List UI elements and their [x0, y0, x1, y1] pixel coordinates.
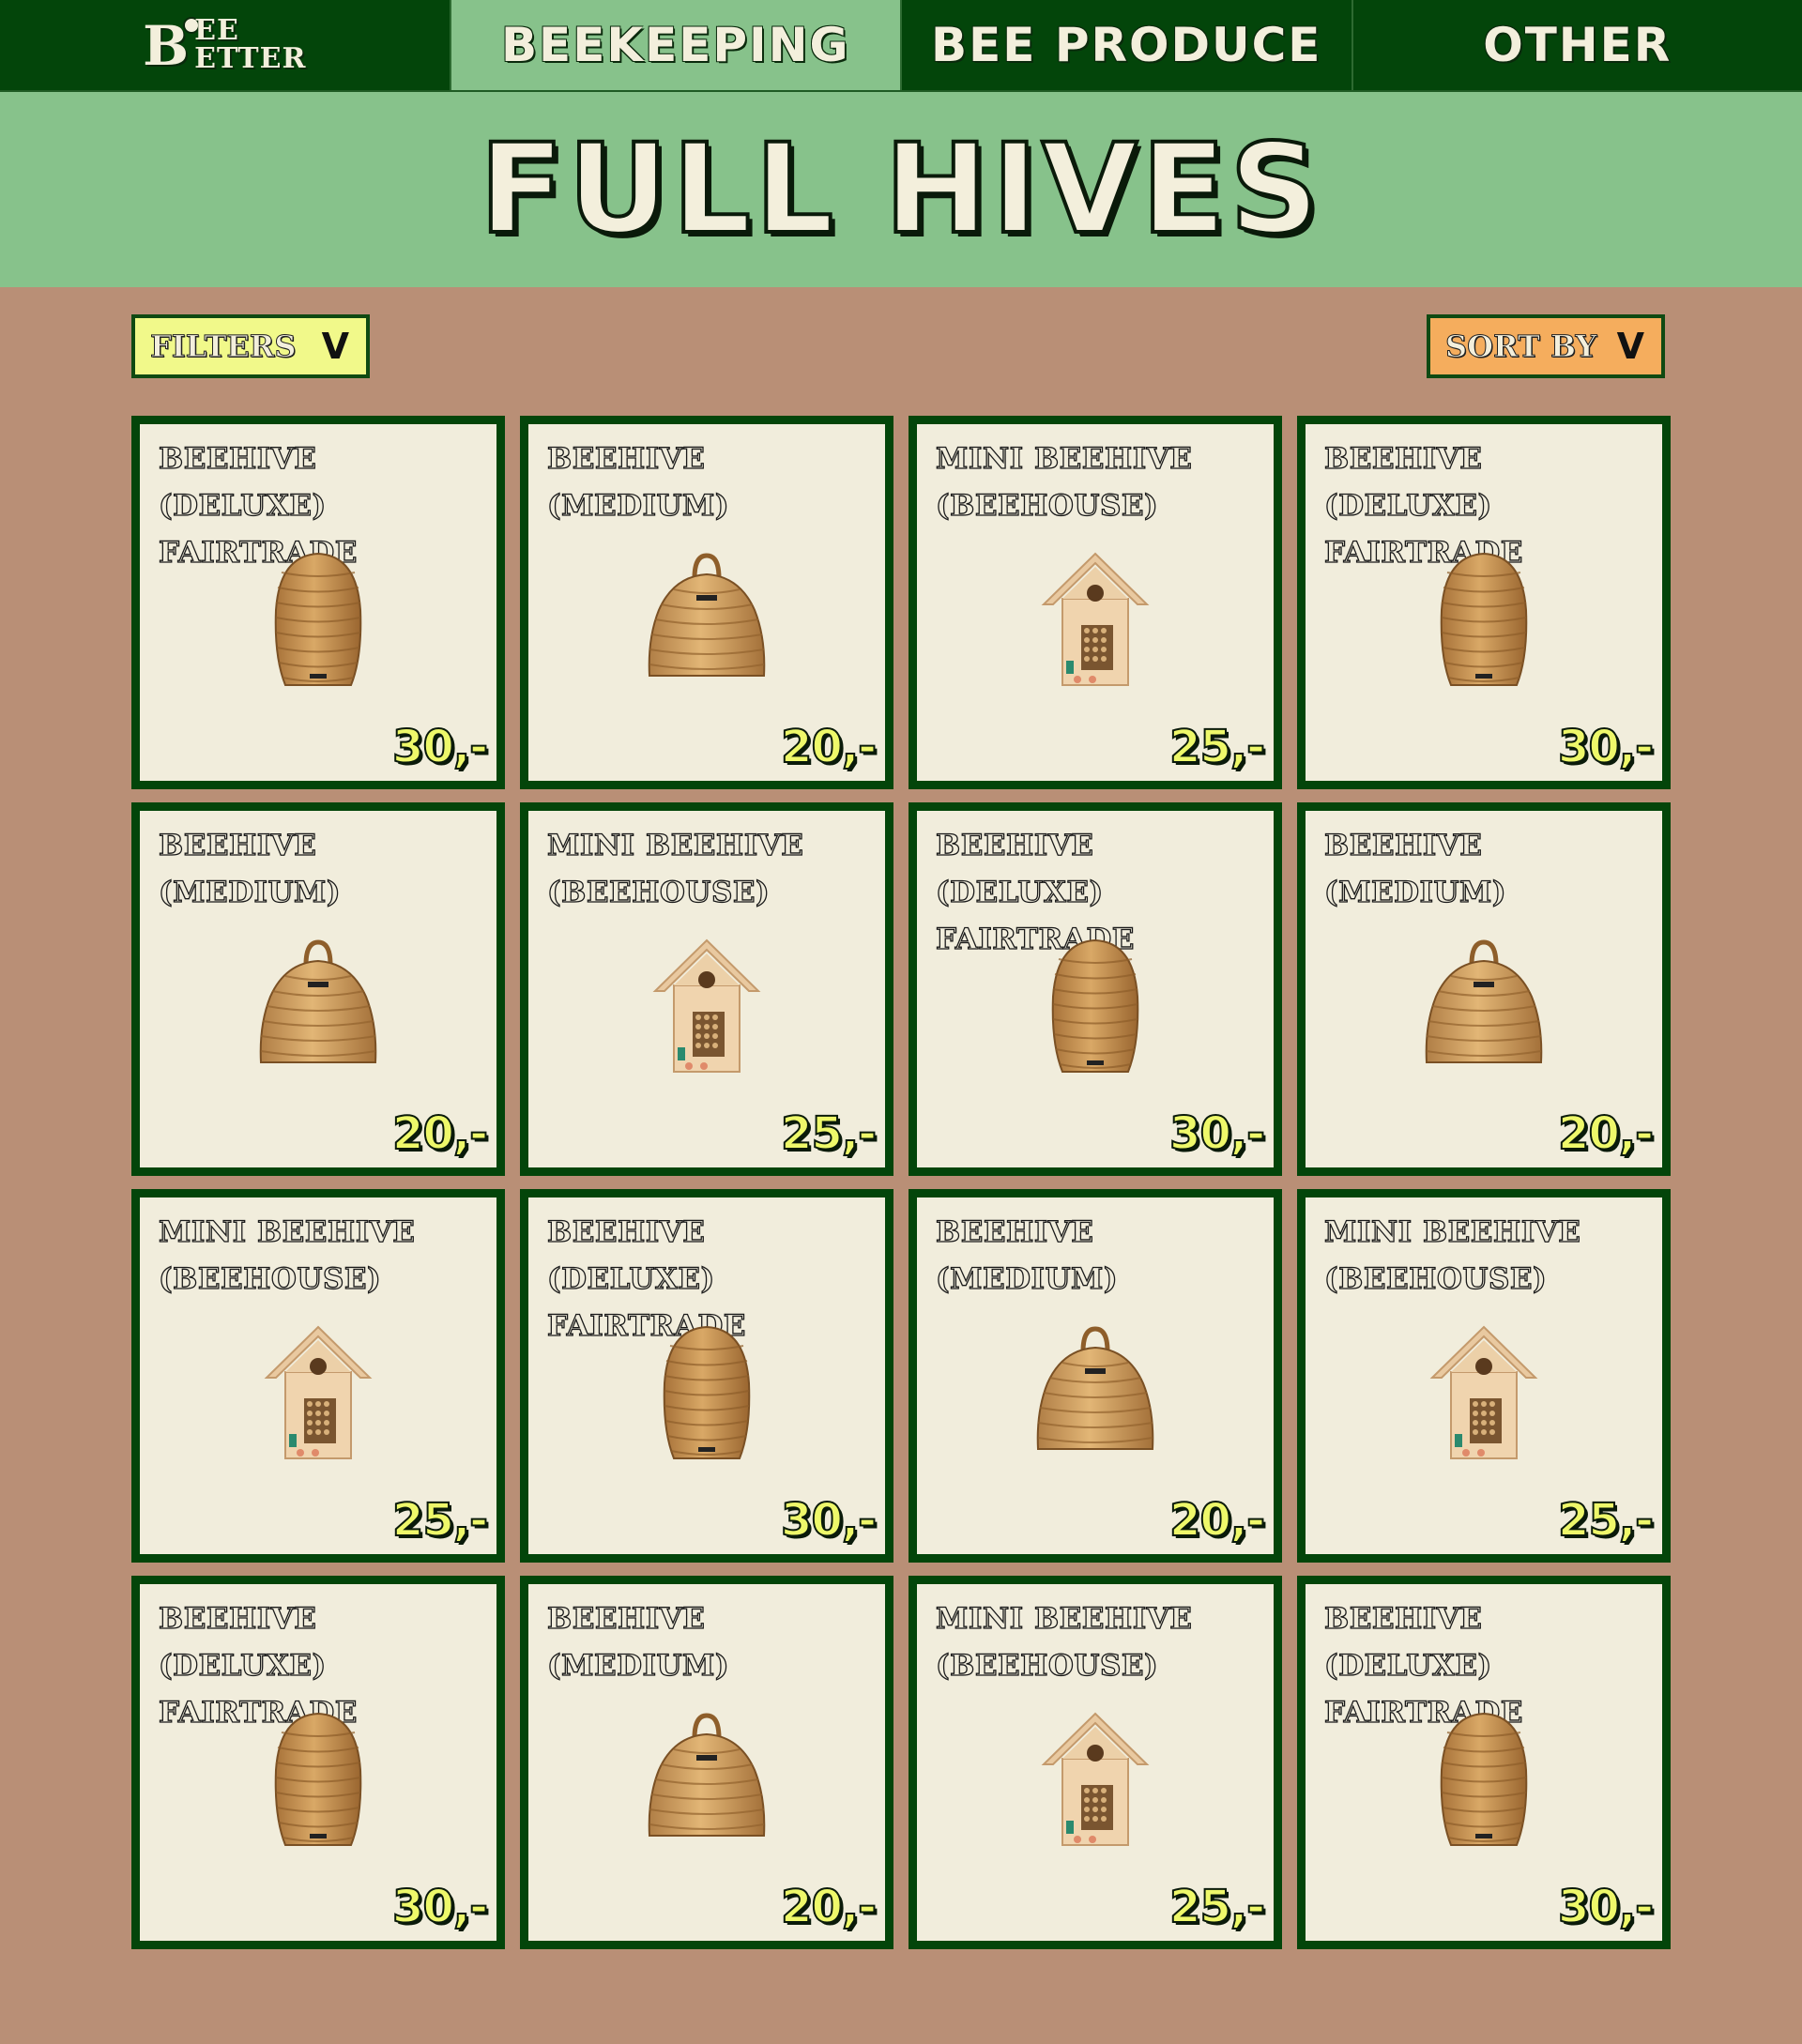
skep-tall-icon [1025, 931, 1166, 1081]
nav-tab-bee-produce[interactable]: Bee Produce [902, 0, 1353, 90]
sort-dropdown[interactable]: Sort by V [1427, 314, 1665, 378]
chevron-down-icon: V [1616, 326, 1644, 367]
product-price: 25,- [1168, 720, 1266, 774]
product-price: 20,- [1168, 1493, 1266, 1548]
skep-tall-icon [636, 1318, 777, 1468]
sort-label: Sort by [1444, 328, 1597, 365]
bee-house-icon [636, 931, 777, 1081]
bee-house-icon [1025, 544, 1166, 694]
product-price: 30,- [1557, 1880, 1655, 1934]
product-name: Beehive (Medium) [1323, 828, 1507, 909]
product-price: 20,- [1557, 1106, 1655, 1161]
product-name: Mini beehive (beehouse) [546, 828, 804, 909]
product-price: 30,- [391, 720, 489, 774]
product-price: 25,- [391, 1493, 489, 1548]
product-price: 25,- [1168, 1880, 1266, 1934]
skep-tall-icon [248, 544, 389, 694]
bee-house-icon [248, 1318, 389, 1468]
bee-house-icon [1025, 1704, 1166, 1854]
logo-line-1: EE [194, 14, 239, 47]
bee-house-icon [1413, 1318, 1554, 1468]
hero-banner: Full Hives [0, 92, 1802, 287]
skep-handle-icon [636, 544, 777, 694]
nav-tab-other[interactable]: Other [1353, 0, 1802, 90]
skep-handle-icon [636, 1704, 777, 1854]
chevron-down-icon: V [321, 326, 349, 367]
nav-tab-beekeeping[interactable]: Beekeeping [450, 0, 902, 90]
page-title: Full Hives [478, 115, 1323, 264]
product-name: Mini beehive (beehouse) [935, 441, 1193, 523]
toolbar: Filters V Sort by V [0, 287, 1802, 387]
product-card[interactable]: Beehive (Deluxe) Fairtrade 30,- [131, 1576, 505, 1949]
product-name: Beehive (Medium) [158, 828, 342, 909]
product-card[interactable]: Beehive (Medium) 20,- [131, 802, 505, 1176]
product-price: 20,- [780, 1880, 878, 1934]
skep-tall-icon [1413, 1704, 1554, 1854]
product-name: Beehive (Medium) [935, 1214, 1119, 1296]
skep-tall-icon [248, 1704, 389, 1854]
product-card[interactable]: Mini beehive (beehouse) 25,- [520, 802, 893, 1176]
product-card[interactable]: Beehive (Medium) 20,- [520, 416, 893, 789]
product-price: 30,- [1557, 720, 1655, 774]
product-price: 30,- [1168, 1106, 1266, 1161]
product-name: Mini beehive (beehouse) [158, 1214, 416, 1296]
product-price: 25,- [780, 1106, 878, 1161]
product-price: 30,- [780, 1493, 878, 1548]
product-card[interactable]: Beehive (Deluxe) Fairtrade 30,- [520, 1189, 893, 1563]
product-card[interactable]: Beehive (Medium) 20,- [1297, 802, 1671, 1176]
product-price: 30,- [391, 1880, 489, 1934]
product-price: 20,- [780, 720, 878, 774]
logo-line-2: ETTER [194, 42, 307, 75]
skep-handle-icon [1025, 1318, 1166, 1468]
product-price: 20,- [391, 1106, 489, 1161]
logo-wordmark: B EE ETTER [143, 14, 307, 75]
product-card[interactable]: Beehive (Deluxe) Fairtrade 30,- [1297, 416, 1671, 789]
filters-label: Filters [149, 328, 297, 365]
product-card[interactable]: Beehive (Deluxe) Fairtrade 30,- [1297, 1576, 1671, 1949]
product-price: 25,- [1557, 1493, 1655, 1548]
logo[interactable]: B EE ETTER [0, 0, 451, 90]
product-card[interactable]: Mini beehive (beehouse) 25,- [909, 416, 1282, 789]
top-nav: B EE ETTER Beekeeping Bee Produce Other [0, 0, 1802, 92]
product-card[interactable]: Beehive (Medium) 20,- [909, 1189, 1282, 1563]
product-name: Mini beehive (beehouse) [1323, 1214, 1581, 1296]
product-card[interactable]: Mini beehive (beehouse) 25,- [1297, 1189, 1671, 1563]
product-card[interactable]: Beehive (Medium) 20,- [520, 1576, 893, 1949]
product-card[interactable]: Mini beehive (beehouse) 25,- [909, 1576, 1282, 1949]
product-grid: Beehive (Deluxe) Fairtrade 30,- Beehive (… [131, 416, 1671, 1949]
skep-tall-icon [1413, 544, 1554, 694]
product-card[interactable]: Beehive (Deluxe) Fairtrade 30,- [131, 416, 505, 789]
product-name: Beehive (Medium) [546, 1601, 730, 1683]
product-name: Beehive (Medium) [546, 441, 730, 523]
skep-handle-icon [248, 931, 389, 1081]
product-card[interactable]: Beehive (Deluxe) Fairtrade 30,- [909, 802, 1282, 1176]
product-name: Mini beehive (beehouse) [935, 1601, 1193, 1683]
filters-dropdown[interactable]: Filters V [131, 314, 370, 378]
product-card[interactable]: Mini beehive (beehouse) 25,- [131, 1189, 505, 1563]
skep-handle-icon [1413, 931, 1554, 1081]
